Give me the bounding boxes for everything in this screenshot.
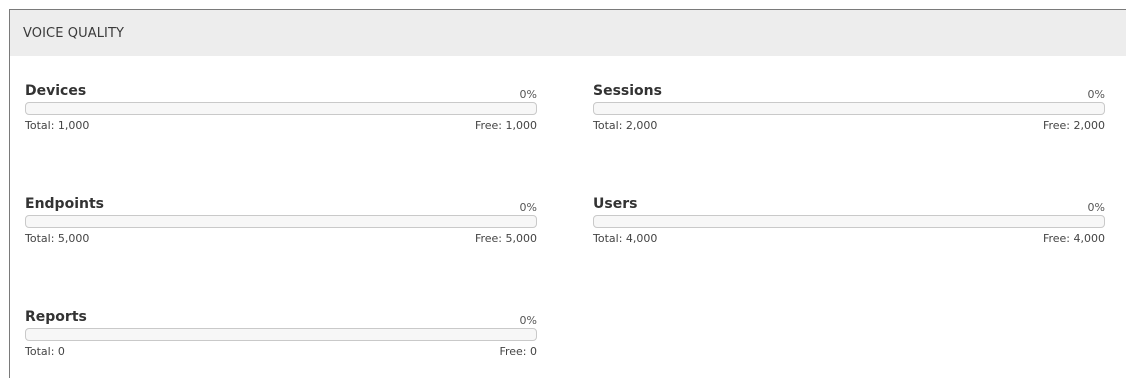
metric-free: Free: 2,000	[1042, 119, 1105, 132]
metric-free: Free: 0	[499, 345, 537, 358]
usage-progress-bar	[25, 215, 537, 228]
metric-title: Reports	[25, 309, 87, 325]
metric-users: Users 0% Total: 4,000 Free: 4,000	[593, 193, 1105, 246]
metric-percent: 0%	[519, 201, 537, 214]
usage-progress-bar	[593, 215, 1105, 228]
metric-free: Free: 4,000	[1042, 232, 1105, 245]
metric-total: Total: 4,000	[593, 232, 658, 245]
metric-free: Free: 5,000	[474, 232, 537, 245]
usage-progress-bar	[593, 102, 1105, 115]
metric-title: Sessions	[593, 83, 662, 99]
voice-quality-panel: VOICE QUALITY Devices 0% Total: 1,000 Fr…	[9, 9, 1126, 378]
metric-reports: Reports 0% Total: 0 Free: 0	[25, 306, 537, 359]
metric-percent: 0%	[1087, 88, 1105, 101]
panel-title: VOICE QUALITY	[23, 25, 125, 41]
metric-devices: Devices 0% Total: 1,000 Free: 1,000	[25, 80, 537, 133]
panel-header: VOICE QUALITY	[10, 10, 1126, 56]
metric-sessions: Sessions 0% Total: 2,000 Free: 2,000	[593, 80, 1105, 133]
metric-total: Total: 5,000	[25, 232, 90, 245]
metric-total: Total: 2,000	[593, 119, 658, 132]
metric-percent: 0%	[519, 314, 537, 327]
metric-title: Users	[593, 196, 638, 212]
metric-total: Total: 1,000	[25, 119, 90, 132]
usage-progress-bar	[25, 102, 537, 115]
metric-total: Total: 0	[25, 345, 65, 358]
usage-progress-bar	[25, 328, 537, 341]
metric-title: Endpoints	[25, 196, 104, 212]
metric-percent: 0%	[519, 88, 537, 101]
metric-endpoints: Endpoints 0% Total: 5,000 Free: 5,000	[25, 193, 537, 246]
metric-title: Devices	[25, 83, 87, 99]
metric-percent: 0%	[1087, 201, 1105, 214]
metric-free: Free: 1,000	[474, 119, 537, 132]
